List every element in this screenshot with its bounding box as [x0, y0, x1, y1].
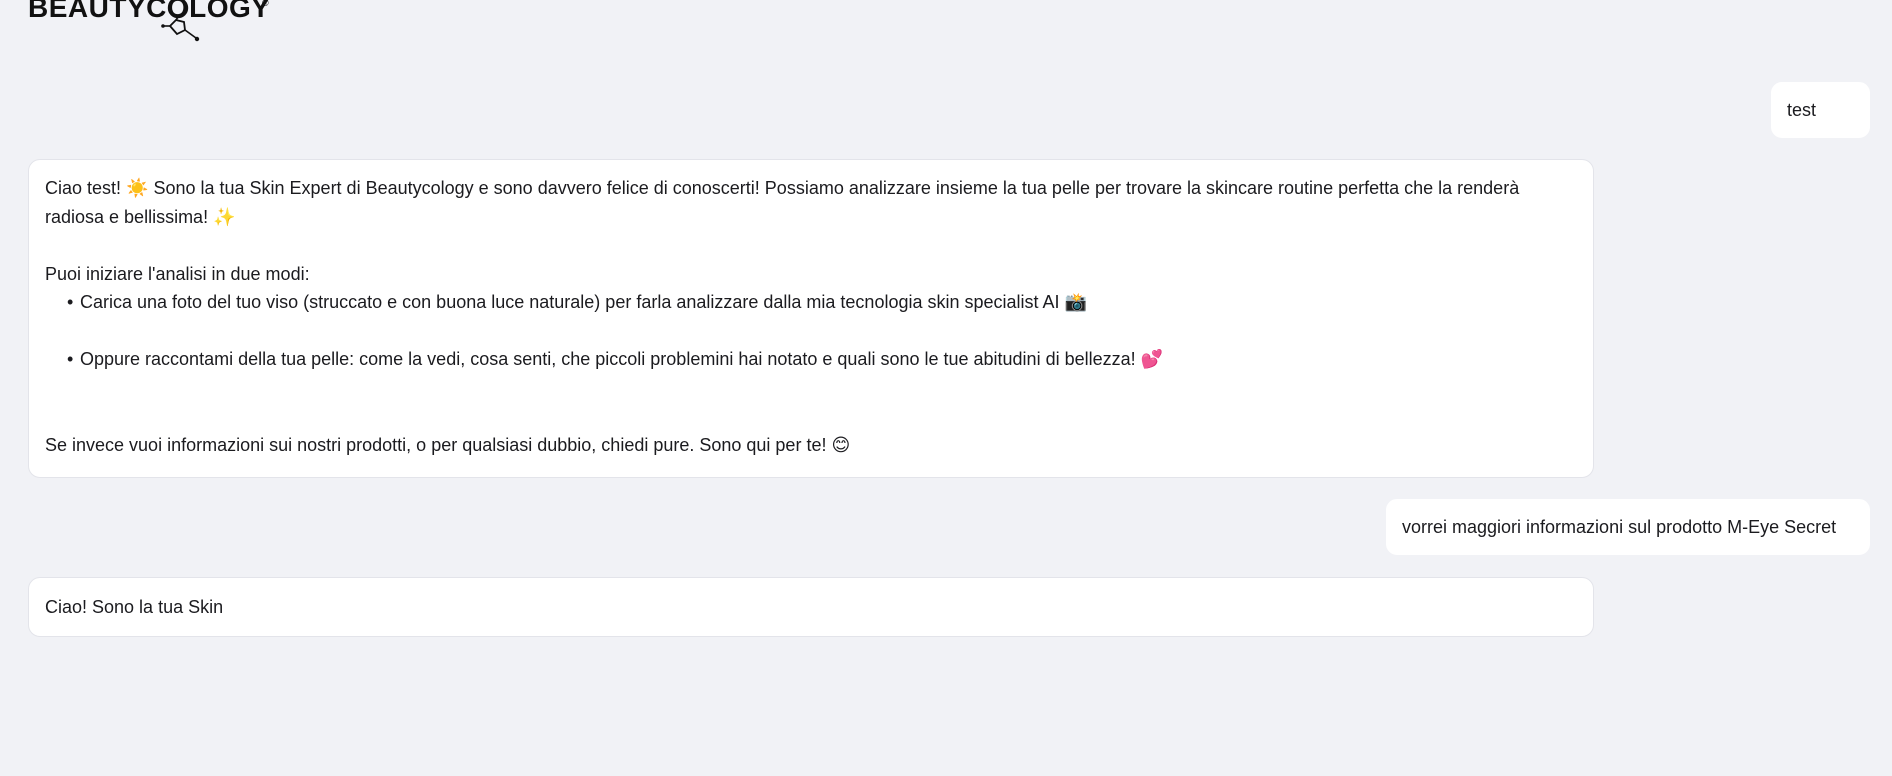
assistant-message: Ciao test! ☀️ Sono la tua Skin Expert di… — [28, 159, 1594, 478]
assistant-message: Ciao! Sono la tua Skin — [28, 577, 1594, 637]
list-item-text: Carica una foto del tuo viso (struccato … — [80, 292, 1087, 312]
bullet-dot: • — [67, 292, 74, 312]
list-item: • Oppure raccontami della tua pelle: com… — [45, 345, 1577, 374]
logo-registered-mark: ® — [262, 0, 269, 8]
logo-text: BEAUTYCOLOGY — [28, 0, 271, 23]
assistant-intro-text: Ciao test! ☀️ Sono la tua Skin Expert di… — [45, 178, 1520, 198]
assistant-intro-continuation: radiosa e bellissima! ✨ — [45, 206, 236, 227]
bullet-dot: • — [67, 349, 74, 369]
assistant-outro-text: Se invece vuoi informazioni sui nostri p… — [45, 434, 851, 455]
assistant-message-text: Ciao! Sono la tua Skin — [45, 597, 224, 617]
user-message-text: vorrei maggiori informazioni sul prodott… — [1402, 516, 1837, 537]
beautycology-logo[interactable]: BEAUTYCOLOGY ® — [28, 0, 278, 42]
molecule-icon — [161, 0, 200, 42]
list-item: • Carica una foto del tuo viso (struccat… — [45, 288, 1577, 317]
chat-page: BEAUTYCOLOGY ® test Ciao test! ☀️ Sono l… — [0, 0, 1892, 776]
user-message: vorrei maggiori informazioni sul prodott… — [1385, 498, 1871, 556]
assistant-lead-text: Puoi iniziare l'analisi in due modi: — [45, 263, 310, 284]
user-message-text: test — [1787, 99, 1817, 120]
list-item-text: Oppure raccontami della tua pelle: come … — [80, 349, 1164, 369]
user-message: test — [1770, 81, 1871, 139]
